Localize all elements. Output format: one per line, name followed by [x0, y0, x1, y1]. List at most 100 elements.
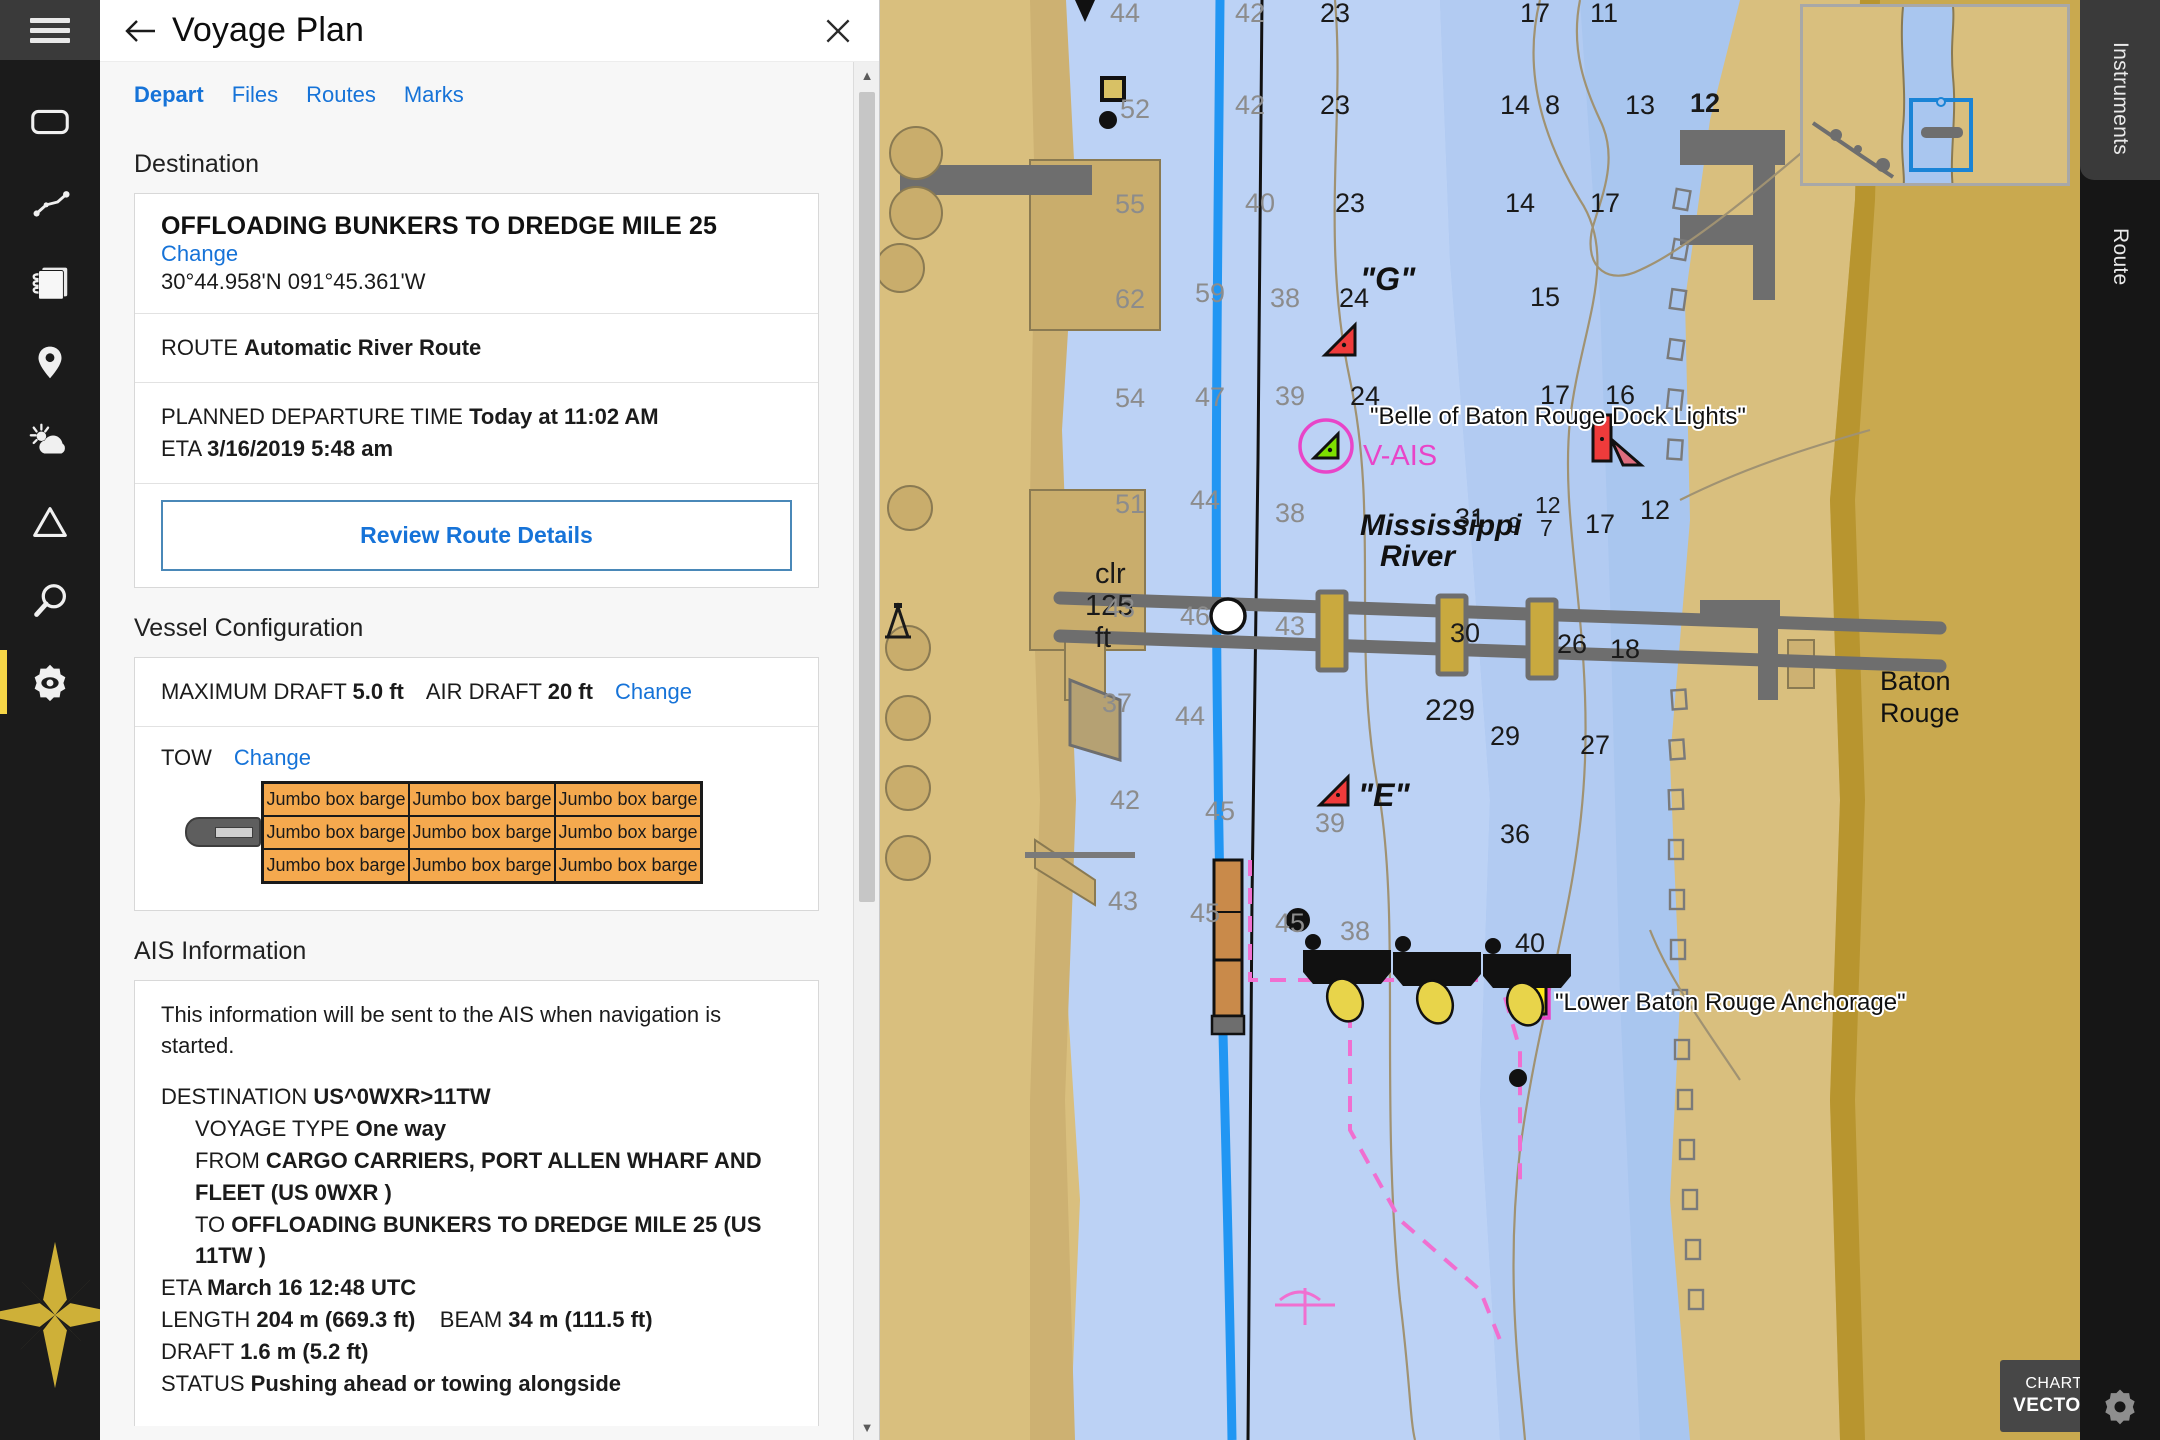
- buoy-g-label: "G": [1360, 261, 1416, 297]
- barge-cell[interactable]: Jumbo box barge: [408, 847, 556, 883]
- svg-text:36: 36: [1500, 819, 1530, 849]
- ais-from-label: FROM: [195, 1147, 260, 1173]
- ais-status-value: Pushing ahead or towing alongside: [250, 1371, 622, 1397]
- barge-cell[interactable]: Jumbo box barge: [554, 847, 702, 883]
- tow-row: TOW Change Jumbo box barge Jumbo box bar…: [135, 727, 818, 910]
- sidebar-item-alerts[interactable]: [0, 482, 100, 562]
- scroll-down-arrow-icon[interactable]: ▼: [854, 1414, 879, 1440]
- departure-label: PLANNED DEPARTURE TIME: [161, 403, 463, 429]
- sidebar-item-weather[interactable]: [0, 402, 100, 482]
- nautical-chart[interactable]: clr 125 ft 44 42 52 42 55 40 62 59 38 54…: [880, 0, 2080, 1440]
- route-label: ROUTE: [161, 335, 238, 360]
- svg-text:44: 44: [1190, 485, 1220, 515]
- tab-routes[interactable]: Routes: [306, 82, 376, 108]
- barge-cell[interactable]: Jumbo box barge: [408, 814, 556, 850]
- svg-text:42: 42: [1235, 0, 1265, 28]
- ais-from-code: (US 0WXR ): [270, 1179, 392, 1205]
- tow-label: TOW: [161, 744, 212, 770]
- ais-length-label: LENGTH: [161, 1307, 251, 1333]
- sidebar-item-marks[interactable]: [0, 322, 100, 402]
- svg-text:13: 13: [1625, 90, 1655, 120]
- svg-text:52: 52: [1120, 94, 1150, 124]
- ais-length-value: 204 m (669.3 ft): [256, 1307, 416, 1333]
- panel-scrollbar[interactable]: ▲ ▼: [853, 62, 879, 1440]
- back-arrow-icon: [125, 19, 155, 42]
- barge-cell[interactable]: Jumbo box barge: [262, 847, 410, 883]
- sidebar-item-logbook[interactable]: [0, 242, 100, 322]
- tab-marks[interactable]: Marks: [404, 82, 464, 108]
- barge-cell[interactable]: Jumbo box barge: [262, 814, 410, 850]
- svg-text:45: 45: [1205, 796, 1235, 826]
- bridge-clearance-line1: clr: [1095, 558, 1126, 590]
- svg-text:29: 29: [1490, 721, 1520, 751]
- svg-text:11: 11: [1590, 0, 1618, 28]
- chart-display-icon: [31, 109, 69, 135]
- chart-mode-value: VECTOR: [2013, 1395, 2080, 1416]
- alert-triangle-icon: [33, 507, 67, 537]
- svg-text:43: 43: [1275, 611, 1305, 641]
- ais-eta-label: ETA: [161, 1275, 201, 1301]
- svg-text:47: 47: [1195, 382, 1225, 412]
- svg-text:8: 8: [1545, 90, 1560, 120]
- sidebar-item-settings[interactable]: [0, 642, 100, 722]
- tab-depart[interactable]: Depart: [134, 82, 204, 108]
- svg-text:38: 38: [1275, 498, 1305, 528]
- back-button[interactable]: [118, 8, 164, 54]
- barge-row: Jumbo box barge Jumbo box barge Jumbo bo…: [262, 847, 702, 883]
- app-root: Voyage Plan Depart Files Routes Marks De…: [0, 0, 2160, 1440]
- sidebar-item-chart-display[interactable]: [0, 82, 100, 162]
- voyage-plan-panel: Voyage Plan Depart Files Routes Marks De…: [100, 0, 880, 1440]
- svg-text:42: 42: [1110, 785, 1140, 815]
- departure-value: Today at 11:02 AM: [469, 403, 659, 429]
- vessel-config-card: MAXIMUM DRAFT 5.0 ft AIR DRAFT 20 ft Cha…: [134, 656, 819, 911]
- gear-eye-icon: [34, 664, 66, 702]
- minimap-canvas: [1803, 7, 2067, 183]
- ais-to-value: OFFLOADING BUNKERS TO DREDGE MILE 25: [231, 1211, 718, 1237]
- barge-cell[interactable]: Jumbo box barge: [262, 781, 410, 817]
- departure-row: PLANNED DEPARTURE TIME Today at 11:02 AM…: [135, 383, 818, 484]
- barge-cell[interactable]: Jumbo box barge: [408, 781, 556, 817]
- destination-card: OFFLOADING BUNKERS TO DREDGE MILE 25 Cha…: [134, 193, 819, 588]
- svg-text:15: 15: [1530, 282, 1560, 312]
- tab-instruments[interactable]: Instruments: [2080, 0, 2160, 180]
- buoy-e-label: "E": [1358, 777, 1411, 813]
- city-label-line1: Baton: [1880, 666, 1951, 696]
- anchorage-label: "Lower Baton Rouge Anchorage": [1555, 989, 1906, 1016]
- chart-mode-button[interactable]: CHART VECTOR: [2000, 1360, 2080, 1432]
- svg-text:54: 54: [1115, 383, 1145, 413]
- close-button[interactable]: [815, 8, 861, 54]
- ais-note: This information will be sent to the AIS…: [161, 1001, 722, 1058]
- barge-cell[interactable]: Jumbo box barge: [554, 781, 702, 817]
- scroll-up-arrow-icon[interactable]: ▲: [854, 62, 879, 88]
- hamburger-menu-icon: [30, 13, 70, 48]
- tab-files[interactable]: Files: [232, 82, 278, 108]
- barge-grid[interactable]: Jumbo box barge Jumbo box barge Jumbo bo…: [261, 780, 703, 884]
- air-draft-value: 20 ft: [547, 678, 593, 704]
- draft-change-link[interactable]: Change: [615, 679, 692, 705]
- svg-text:59: 59: [1195, 278, 1225, 308]
- minimap-overview[interactable]: [1800, 4, 2070, 186]
- hamburger-menu-button[interactable]: [0, 0, 100, 60]
- sidebar-item-search[interactable]: [0, 562, 100, 642]
- vessel-config-heading: Vessel Configuration: [134, 613, 364, 642]
- svg-text:43: 43: [1105, 593, 1135, 623]
- barge-row: Jumbo box barge Jumbo box barge Jumbo bo…: [262, 781, 702, 817]
- scrollbar-thumb[interactable]: [859, 92, 875, 902]
- destination-summary-row: OFFLOADING BUNKERS TO DREDGE MILE 25 Cha…: [135, 194, 818, 314]
- ais-destination-value: US^0WXR>11TW: [313, 1084, 491, 1110]
- review-route-details-button[interactable]: Review Route Details: [161, 499, 792, 571]
- city-label-line2: Rouge: [1880, 698, 1960, 728]
- ais-status-label: STATUS: [161, 1371, 245, 1397]
- destination-change-link[interactable]: Change: [161, 241, 792, 267]
- settings-button[interactable]: [2098, 1384, 2142, 1428]
- barge-cell[interactable]: Jumbo box barge: [554, 814, 702, 850]
- ais-draft-label: DRAFT: [161, 1339, 234, 1365]
- ais-heading: AIS Information: [134, 936, 307, 965]
- svg-text:23: 23: [1335, 188, 1365, 218]
- svg-text:44: 44: [1175, 701, 1205, 731]
- sidebar-item-route[interactable]: [0, 162, 100, 242]
- tow-change-link[interactable]: Change: [234, 745, 311, 771]
- dock-lights-label: "Belle of Baton Rouge Dock Lights": [1370, 403, 1746, 430]
- weather-cloud-sun-icon: [29, 423, 65, 454]
- tab-route[interactable]: Route: [2080, 180, 2160, 320]
